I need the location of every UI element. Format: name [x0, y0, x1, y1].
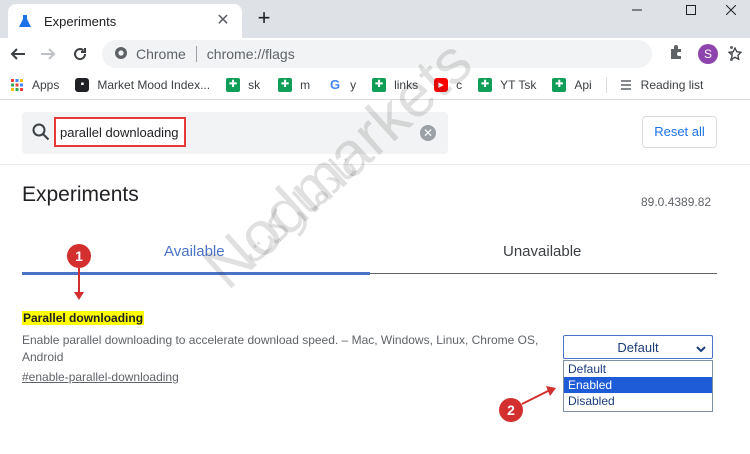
bookmark-market-mood[interactable]: ▪ Market Mood Index...	[75, 77, 211, 92]
flask-icon	[18, 14, 32, 28]
select-value: Default	[617, 339, 659, 355]
forward-arrow-icon[interactable]	[36, 42, 60, 66]
bookmark-yt-tsk[interactable]: ✚ YT Tsk	[478, 77, 537, 92]
option-enabled[interactable]: Enabled	[564, 377, 712, 393]
close-window-icon[interactable]	[712, 0, 750, 20]
bookmark-label: Market Mood Index...	[97, 77, 211, 92]
experiment-description: Enable parallel downloading to accelerat…	[22, 333, 539, 364]
clear-search-icon[interactable]: ✕	[420, 125, 436, 141]
bookmark-label: sk	[248, 77, 261, 92]
google-icon: G	[330, 77, 341, 92]
version-number: 89.0.4389.82	[641, 195, 712, 209]
experiment-state-select[interactable]: Default	[563, 335, 713, 359]
experiment-name: Parallel downloading	[22, 311, 145, 325]
bookmark-api[interactable]: ✚ Api	[552, 77, 592, 92]
back-arrow-icon[interactable]	[6, 42, 30, 66]
tab-unavailable[interactable]: Unavailable	[503, 243, 581, 260]
sheets-icon: ✚	[226, 77, 241, 92]
tab-title: Experiments	[44, 13, 117, 29]
omnibox-chrome-label: Chrome	[136, 46, 186, 62]
bookmark-c[interactable]: ▶ c	[434, 77, 463, 92]
step-badge-1: 1	[67, 244, 91, 268]
browser-toolbar: Chrome chrome://flags	[0, 38, 750, 70]
search-icon	[32, 123, 50, 146]
experiment-link[interactable]: #enable-parallel-downloading	[22, 370, 179, 384]
minimize-icon[interactable]	[614, 0, 660, 20]
sheets-icon: ✚	[552, 77, 567, 92]
bookmark-links[interactable]: ✚ links	[372, 77, 419, 92]
flags-search-bar: parallel downloading ✕	[22, 112, 448, 154]
tab-strip: Experiments ✕ +	[0, 0, 750, 38]
sheets-icon: ✚	[478, 77, 493, 92]
flags-search-input[interactable]: parallel downloading	[54, 117, 186, 147]
reset-all-button[interactable]: Reset all	[642, 116, 717, 148]
browser-tab-experiments[interactable]: Experiments ✕	[8, 4, 242, 38]
arrow-up-right-icon	[521, 386, 556, 405]
reading-list-button[interactable]: Reading list	[619, 77, 704, 92]
close-tab-icon[interactable]: ✕	[214, 12, 232, 30]
option-disabled[interactable]: Disabled	[564, 393, 712, 409]
menu-kebab-icon[interactable]	[730, 46, 734, 64]
profile-avatar[interactable]: S	[698, 44, 718, 64]
site-icon: ▪	[75, 77, 90, 92]
arrow-down-icon	[74, 268, 84, 300]
address-bar[interactable]: Chrome chrome://flags	[102, 40, 743, 68]
header-divider	[0, 164, 750, 165]
bookmarks-bar: Apps ▪ Market Mood Index... ✚ sk ✚ m G y…	[0, 70, 750, 100]
bookmark-label: Apps	[32, 77, 60, 92]
bookmarks-divider	[605, 76, 607, 93]
bookmark-label: links	[394, 77, 419, 92]
chevron-down-icon	[696, 342, 706, 357]
sheets-icon: ✚	[372, 77, 387, 92]
bookmark-label: m	[300, 77, 311, 92]
watermark-arabic: نادمارکت	[230, 143, 368, 273]
bookmark-sk[interactable]: ✚ sk	[226, 77, 261, 92]
bookmark-label: y	[350, 77, 357, 92]
youtube-icon: ▶	[434, 77, 449, 92]
tab-available[interactable]: Available	[164, 243, 225, 260]
new-tab-button[interactable]: +	[252, 6, 276, 30]
maximize-icon[interactable]	[668, 0, 714, 20]
extensions-puzzle-icon[interactable]	[668, 44, 684, 65]
reading-list-label: Reading list	[640, 77, 704, 92]
bookmark-label: YT Tsk	[500, 77, 537, 92]
bookmark-m[interactable]: ✚ m	[278, 77, 311, 92]
omnibox-separator	[195, 46, 197, 62]
bookmark-apps[interactable]: Apps	[10, 78, 59, 92]
chrome-logo-icon	[114, 46, 128, 63]
reload-icon[interactable]	[68, 42, 92, 66]
apps-grid-icon	[10, 78, 24, 92]
url-text: chrome://flags	[206, 46, 295, 62]
select-dropdown-list: Default Enabled Disabled	[563, 360, 713, 412]
bookmark-label: c	[456, 77, 463, 92]
option-default[interactable]: Default	[564, 361, 712, 377]
reading-list-icon	[619, 78, 633, 92]
sheets-icon: ✚	[278, 77, 293, 92]
page-title: Experiments	[22, 183, 139, 206]
bookmark-label: Api	[574, 77, 592, 92]
bookmark-y[interactable]: G y	[328, 77, 357, 92]
